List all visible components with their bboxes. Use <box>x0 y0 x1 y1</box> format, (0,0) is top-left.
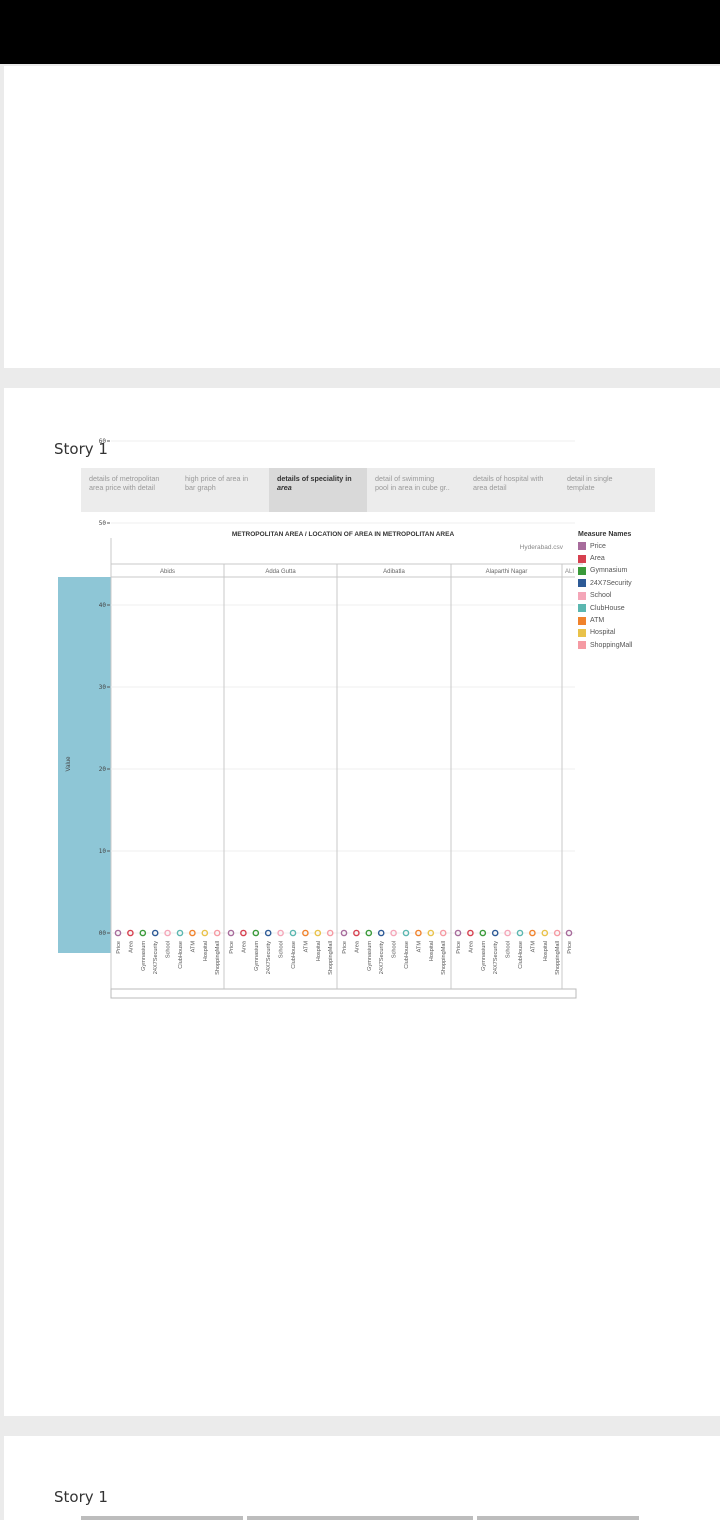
legend-swatch <box>578 566 586 575</box>
legend-item[interactable]: Price <box>578 540 678 552</box>
tab-strip <box>477 1516 639 1520</box>
top-header-label: Hyderabad.csv <box>520 544 564 551</box>
legend-label: Price <box>590 542 606 550</box>
y-tick-label: 00 <box>99 930 107 937</box>
x-tick-label: Hospital <box>316 941 322 961</box>
legend-swatch <box>578 604 586 613</box>
x-tick-label: Gymnasium <box>481 941 487 971</box>
x-tick-label: ClubHouse <box>518 941 524 969</box>
story-title-2: Story 1 <box>54 1488 108 1506</box>
status-bar <box>0 0 720 64</box>
panel-header: Alaparthi Nagar <box>486 569 528 575</box>
x-tick-label: School <box>392 941 398 958</box>
x-tick-label: ShoppingMall <box>555 941 561 975</box>
legend-swatch <box>578 542 586 551</box>
panel-header: Adda Gutta <box>265 569 296 575</box>
x-tick-label: 24X7Security <box>379 941 385 974</box>
x-tick-label: Price <box>116 941 122 954</box>
x-tick-label: ShoppingMall <box>328 941 334 975</box>
legend: Measure Names Price Area Gymnasium 24X7Secu… <box>578 531 678 652</box>
x-tick-label: School <box>279 941 285 958</box>
legend-item[interactable]: Hospital <box>578 627 678 639</box>
y-tick-label: 50 <box>99 520 107 527</box>
x-tick-label: ShoppingMall <box>441 941 447 975</box>
x-tick-label: Price <box>229 941 235 954</box>
legend-swatch <box>578 554 586 563</box>
x-tick-label: Hospital <box>429 941 435 961</box>
story-card: Story 1 details of metropolitan area pric… <box>4 388 720 1416</box>
legend-label: ClubHouse <box>590 604 625 612</box>
x-tick-label: Area <box>128 940 134 953</box>
legend-swatch <box>578 579 586 588</box>
legend-item[interactable]: ATM <box>578 614 678 626</box>
legend-swatch <box>578 628 586 637</box>
x-tick-label: Area <box>241 940 247 953</box>
x-tick-label: 24X7Security <box>153 941 159 974</box>
x-tick-label: Area <box>354 940 360 953</box>
legend-item[interactable]: School <box>578 590 678 602</box>
panel-header: Abids <box>160 569 175 575</box>
y-tick-label: 40 <box>99 602 107 609</box>
legend-item[interactable]: Area <box>578 552 678 564</box>
legend-label: ShoppingMall <box>590 641 633 649</box>
legend-swatch <box>578 616 586 625</box>
x-tick-label: Hospital <box>543 941 549 961</box>
x-tick-label: ATM <box>303 941 309 953</box>
x-tick-label: Price <box>342 941 348 954</box>
x-tick-label: Gymnasium <box>141 941 147 971</box>
x-tick-label: ClubHouse <box>178 941 184 969</box>
legend-item[interactable]: 24X7Security <box>578 577 678 589</box>
legend-item[interactable]: ClubHouse <box>578 602 678 614</box>
legend-swatch <box>578 591 586 600</box>
y-tick-label: 60 <box>99 438 107 445</box>
x-tick-label: 24X7Security <box>493 941 499 974</box>
x-tick-label: Gymnasium <box>367 941 373 971</box>
panel-header: Adibatla <box>383 569 405 575</box>
x-tick-label: ClubHouse <box>291 941 297 969</box>
y-tick-label: 20 <box>99 766 107 773</box>
x-tick-label: 24X7Security <box>266 941 272 974</box>
legend-label: School <box>590 592 612 600</box>
x-tick-label: ClubHouse <box>404 941 410 969</box>
scrollbar-frame <box>110 988 577 999</box>
legend-item[interactable]: Gymnasium <box>578 565 678 577</box>
x-tick-label: Gymnasium <box>254 941 260 971</box>
x-tick-label: Price <box>456 941 462 954</box>
legend-label: 24X7Security <box>590 579 632 587</box>
y-axis-label: Value <box>66 756 72 772</box>
x-tick-label: ATM <box>416 941 422 953</box>
tab-strip <box>247 1516 473 1520</box>
x-tick-label: School <box>506 941 512 958</box>
story-card-2: Story 1 <box>4 1436 720 1520</box>
x-tick-label: School <box>166 941 172 958</box>
x-tick-label: Hospital <box>203 941 209 961</box>
legend-label: Gymnasium <box>590 567 628 575</box>
legend-item[interactable]: ShoppingMall <box>578 639 678 651</box>
y-tick-label: 10 <box>99 848 107 855</box>
tab-strip <box>81 1516 243 1520</box>
legend-title: Measure Names <box>578 531 632 538</box>
legend-swatch <box>578 641 586 650</box>
legend-label: Hospital <box>590 629 616 637</box>
partial-header-label: ALI <box>565 569 574 575</box>
x-tick-label: Price <box>567 941 573 954</box>
x-tick-label: ATM <box>530 941 536 953</box>
x-tick-label: ATM <box>190 941 196 953</box>
empty-card <box>4 66 720 368</box>
x-tick-label: Area <box>468 940 474 953</box>
chart-title: METROPOLITAN AREA / LOCATION OF AREA IN … <box>232 531 455 538</box>
legend-label: ATM <box>590 617 605 625</box>
x-tick-label: ShoppingMall <box>215 941 221 975</box>
legend-label: Area <box>590 555 605 563</box>
y-tick-label: 30 <box>99 684 107 691</box>
